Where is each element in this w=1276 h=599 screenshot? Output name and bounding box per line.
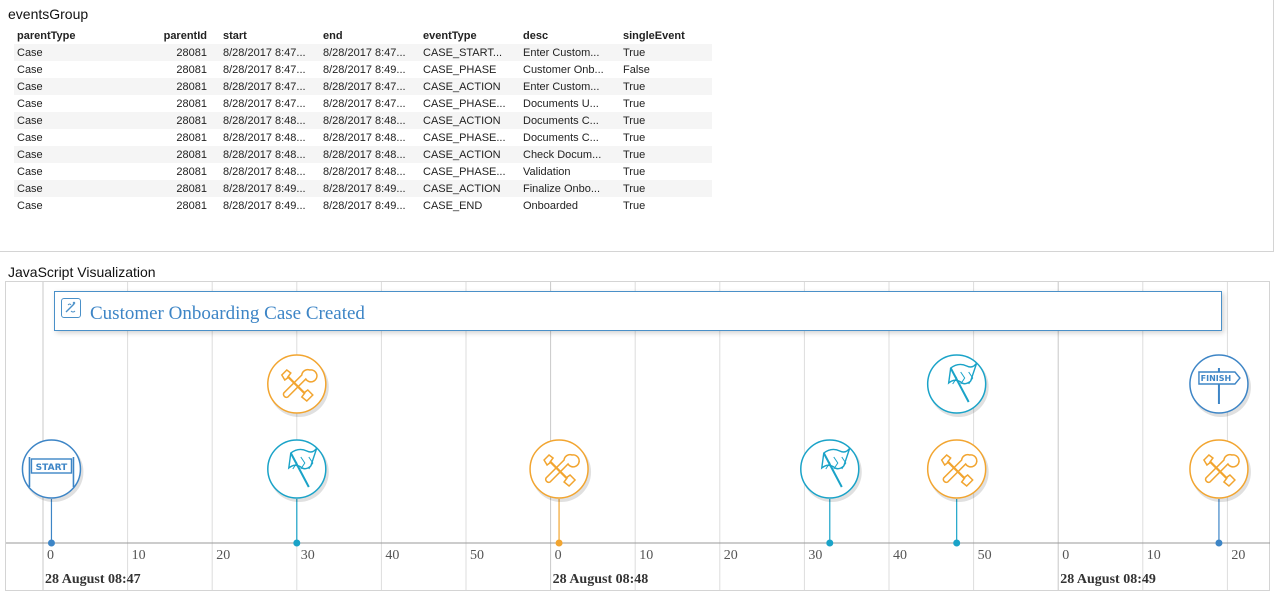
checkered-flag-icon[interactable] — [267, 439, 329, 502]
event-marker[interactable] — [1215, 539, 1223, 547]
axis-minute-label: 28 August 08:48 — [553, 572, 649, 587]
axis-tick-label: 20 — [1231, 548, 1245, 563]
wrench-icon[interactable] — [1189, 439, 1251, 502]
axis-tick-label: 40 — [385, 548, 399, 563]
event-marker[interactable] — [826, 539, 834, 547]
axis-tick-label: 40 — [893, 548, 907, 563]
axis-minute-label: 28 August 08:47 — [45, 572, 141, 587]
axis-tick-label: 20 — [216, 548, 230, 563]
axis-tick-label: 30 — [301, 548, 315, 563]
axis-tick-label: 0 — [1062, 548, 1069, 563]
axis-tick-label: 30 — [808, 548, 822, 563]
svg-text:FINISH: FINISH — [1201, 374, 1232, 383]
finish-signpost-icon[interactable]: FINISH — [1189, 354, 1251, 417]
event-marker[interactable] — [953, 539, 961, 547]
wrench-icon[interactable] — [267, 354, 329, 417]
checkered-flag-icon[interactable] — [800, 439, 862, 502]
event-marker[interactable] — [293, 539, 301, 547]
banner-text: Customer Onboarding Case Created — [90, 303, 365, 324]
svg-text:START: START — [36, 463, 68, 473]
axis-minute-label: 28 August 08:49 — [1060, 572, 1156, 587]
axis-tick-label: 20 — [724, 548, 738, 563]
event-marker[interactable] — [47, 539, 55, 547]
wrench-icon[interactable] — [529, 439, 592, 502]
start-banner-icon[interactable]: START — [21, 439, 84, 502]
event-tooltip-banner: Customer Onboarding Case Created — [54, 291, 1222, 331]
axis-tick-label: 10 — [639, 548, 653, 563]
wrench-icon[interactable] — [926, 439, 989, 502]
axis-tick-label: 10 — [132, 548, 146, 563]
edit-wand-icon — [61, 298, 81, 318]
axis-tick-label: 50 — [470, 548, 484, 563]
axis-tick-label: 50 — [978, 548, 992, 563]
checkered-flag-icon[interactable] — [926, 354, 989, 417]
axis-tick-label: 0 — [47, 548, 54, 563]
axis-tick-label: 10 — [1147, 548, 1161, 563]
event-marker[interactable] — [555, 539, 563, 547]
axis-tick-label: 0 — [555, 548, 562, 563]
